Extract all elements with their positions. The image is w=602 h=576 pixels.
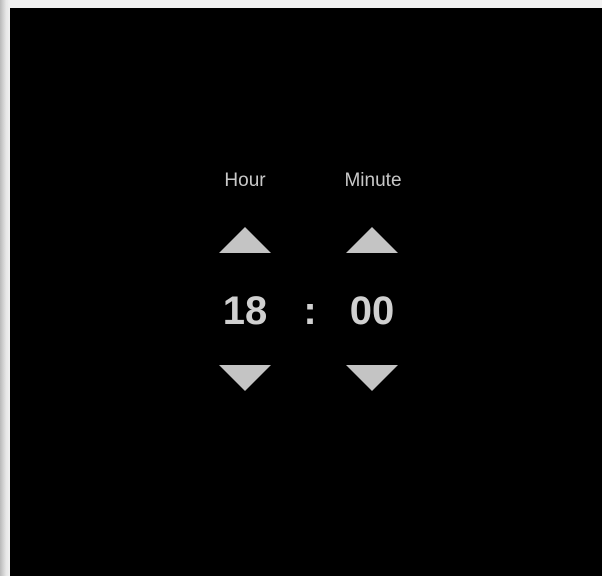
- hour-increment-up-arrow-icon[interactable]: [219, 227, 271, 253]
- hour-label: Hour: [224, 170, 266, 191]
- minute-decrement-down-arrow-icon[interactable]: [346, 365, 398, 391]
- minute-value[interactable]: 00: [312, 288, 432, 334]
- hour-value[interactable]: 18: [185, 288, 305, 334]
- time-picker-window: Hour Minute 18 : 00: [10, 8, 602, 576]
- hour-decrement-down-arrow-icon[interactable]: [219, 365, 271, 391]
- minute-increment-up-arrow-icon[interactable]: [346, 227, 398, 253]
- time-picker: Hour Minute 18 : 00: [10, 8, 602, 576]
- minute-label: Minute: [344, 170, 402, 191]
- window-frame: Hour Minute 18 : 00: [0, 0, 602, 576]
